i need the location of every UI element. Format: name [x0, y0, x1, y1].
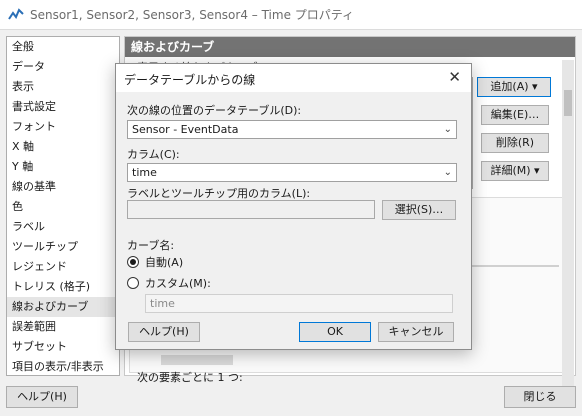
sidebar-item[interactable]: レジェンド [7, 257, 119, 277]
close-button[interactable]: 閉じる [504, 386, 576, 408]
sidebar-item[interactable]: X 軸 [7, 137, 119, 157]
sidebar-item[interactable]: 書式設定 [7, 97, 119, 117]
curve-name-label: カーブ名: [127, 239, 175, 252]
line-chart-icon [8, 7, 24, 20]
datatable-select[interactable]: Sensor - EventData ⌄ [127, 120, 457, 139]
radio-custom-row[interactable]: カスタム(M): [127, 275, 211, 291]
add-button[interactable]: 追加(A) ▾ [477, 77, 551, 97]
every-label: 次の要素ごとに 1 つ: [137, 371, 243, 384]
window-titlebar: Sensor1, Sensor2, Sensor3, Sensor4 – Tim… [0, 0, 582, 30]
close-icon[interactable]: ✕ [448, 68, 461, 86]
sidebar-item[interactable]: データ [7, 57, 119, 77]
partially-hidden-button[interactable] [161, 355, 233, 365]
ok-button[interactable]: OK [299, 322, 371, 342]
sidebar-item[interactable]: トレリス (格子) [7, 277, 119, 297]
details-button[interactable]: 詳細(M) ▾ [481, 161, 549, 181]
column-select[interactable]: time ⌄ [127, 163, 457, 182]
sidebar-item[interactable]: 表示 [7, 77, 119, 97]
custom-name-field[interactable]: time [145, 294, 453, 313]
line-from-datatable-dialog: データテーブルからの線 ✕ 次の線の位置のデータテーブル(D): Sensor … [115, 63, 472, 350]
dialog-title: データテーブルからの線 [124, 73, 256, 87]
sidebar-item[interactable]: 全般 [7, 37, 119, 57]
select-columns-button[interactable]: 選択(S)… [382, 200, 456, 220]
sidebar-item[interactable]: 誤差範囲 [7, 317, 119, 337]
help-button[interactable]: ヘルプ(H) [6, 386, 78, 408]
radio-auto-label: 自動(A) [145, 256, 184, 269]
window-title: Sensor1, Sensor2, Sensor3, Sensor4 – Tim… [30, 8, 355, 22]
sidebar-item[interactable]: サブセット [7, 337, 119, 357]
chevron-down-icon: ⌄ [443, 124, 452, 135]
sidebar-item[interactable]: 色 [7, 197, 119, 217]
sidebar-item[interactable]: 項目の表示/非表示 [7, 357, 119, 377]
radio-auto[interactable] [127, 256, 139, 268]
sidebar-item[interactable]: フォント [7, 117, 119, 137]
radio-custom[interactable] [127, 277, 139, 289]
sidebar-item[interactable]: 線の基準 [7, 177, 119, 197]
column-label: カラム(C): [127, 148, 180, 161]
delete-button[interactable]: 削除(R) [481, 133, 549, 153]
datatable-value: Sensor - EventData [132, 123, 239, 136]
sidebar-item[interactable]: ラベル [7, 217, 119, 237]
column-value: time [132, 166, 157, 179]
radio-custom-label: カスタム(M): [145, 277, 211, 290]
radio-auto-row[interactable]: 自動(A) [127, 254, 183, 270]
scrollbar-thumb[interactable] [564, 90, 572, 116]
panel-scrollbar[interactable] [562, 60, 574, 400]
label-tooltip-column-field[interactable] [127, 200, 375, 219]
chevron-down-icon: ⌄ [443, 167, 452, 178]
datatable-label: 次の線の位置のデータテーブル(D): [127, 104, 302, 117]
panel-header: 線およびカーブ [125, 37, 575, 57]
sidebar-item[interactable]: 線およびカーブ [7, 297, 119, 317]
label-tooltip-column-label: ラベルとツールチップ用のカラム(L): [127, 187, 311, 200]
dialog-titlebar: データテーブルからの線 ✕ [116, 64, 471, 92]
sidebar-item[interactable]: Y 軸 [7, 157, 119, 177]
category-list[interactable]: 全般 データ 表示 書式設定 フォント X 軸Y 軸線の基準色ラベル ツールチップ レジェンド… [6, 36, 120, 376]
edit-button[interactable]: 編集(E)… [481, 105, 549, 125]
sidebar-item[interactable]: ツールチップ [7, 237, 119, 257]
cancel-button[interactable]: キャンセル [378, 322, 454, 342]
dialog-help-button[interactable]: ヘルプ(H) [128, 322, 200, 342]
